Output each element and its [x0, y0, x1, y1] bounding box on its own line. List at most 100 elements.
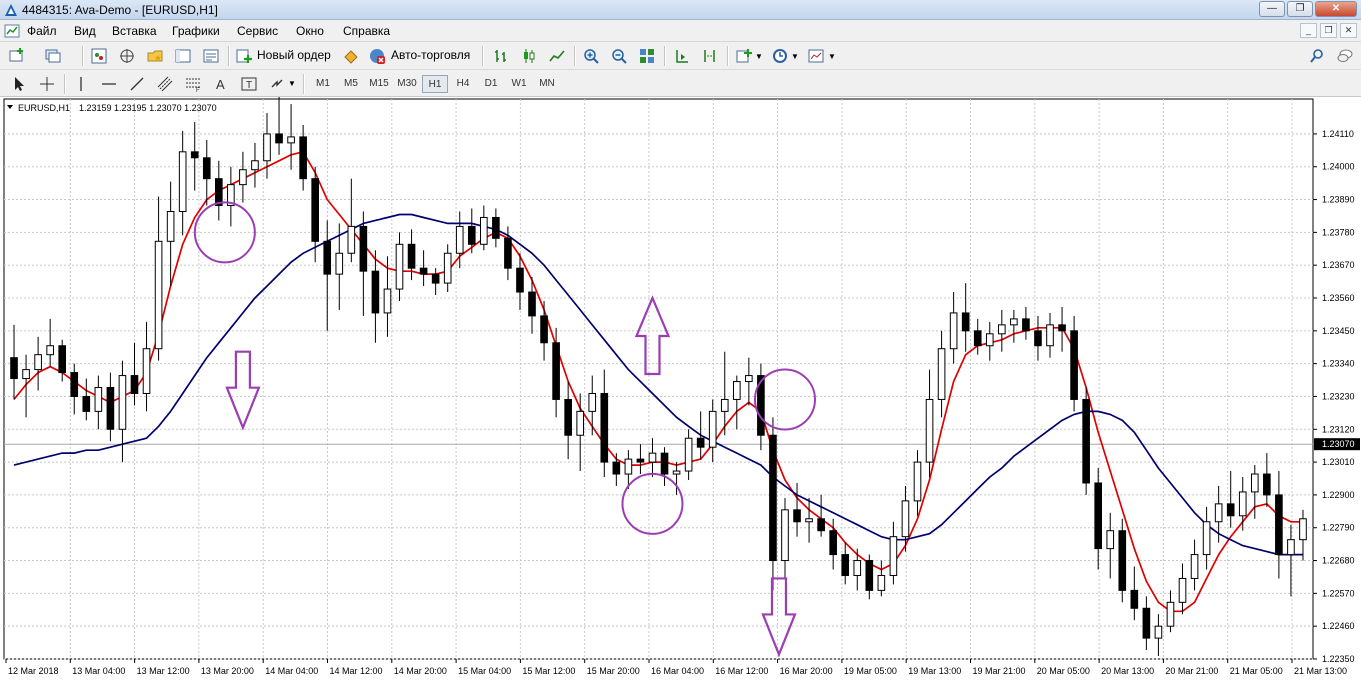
auto-trading-button[interactable]: Авто-торговля	[391, 48, 470, 62]
bull-candle-body	[732, 381, 741, 400]
chart-window[interactable]: 1.24110 1.24000 1.23890 1.23780 1.23670 1.235…	[0, 92, 1361, 681]
bull-candle-body	[1178, 577, 1187, 603]
y-tick-label: 1.23890	[1322, 195, 1355, 205]
bull-candle-body	[1190, 554, 1199, 579]
bear-candle-body	[190, 151, 199, 159]
search-icon[interactable]	[1308, 47, 1326, 65]
timeframe-m15[interactable]: M15	[366, 75, 392, 93]
timeframe-w1[interactable]: W1	[506, 75, 532, 93]
bull-candle-body	[877, 574, 886, 591]
trendline-icon[interactable]	[128, 75, 146, 93]
zoom-in-icon[interactable]	[582, 47, 600, 65]
ohlc-label: 1.23159 1.23195 1.23070 1.23070	[79, 103, 217, 113]
candlestick-chart-icon[interactable]	[520, 47, 538, 65]
auto-trading-icon[interactable]	[368, 47, 386, 65]
data-window-icon[interactable]	[118, 47, 136, 65]
chart-shift-icon[interactable]	[701, 47, 719, 65]
tile-windows-icon[interactable]	[638, 47, 656, 65]
price-chart[interactable]: 1.24110 1.24000 1.23890 1.23780 1.23670 1.235…	[0, 92, 1361, 681]
line-chart-icon[interactable]	[548, 47, 566, 65]
chart-minimize-button[interactable]: _	[1300, 23, 1317, 38]
chart-window-icon[interactable]	[4, 23, 20, 39]
menu-window[interactable]: Окно	[296, 24, 324, 38]
equidistant-channel-icon[interactable]	[156, 75, 174, 93]
cursor-icon[interactable]	[10, 75, 28, 93]
x-tick-label: 21 Mar 13:00	[1294, 666, 1347, 676]
bear-candle-body	[1022, 318, 1030, 332]
bull-candle-body	[443, 252, 452, 284]
periods-icon[interactable]	[771, 47, 789, 65]
chart-restore-button[interactable]: ❐	[1320, 23, 1337, 38]
horizontal-line-icon[interactable]	[100, 75, 118, 93]
templates-icon[interactable]	[807, 47, 825, 65]
bar-chart-icon[interactable]	[492, 47, 510, 65]
text-label-icon[interactable]: T	[240, 75, 258, 93]
current-price-label: 1.23070	[1322, 439, 1355, 449]
new-order-button[interactable]: Новый ордер	[257, 48, 331, 62]
market-watch-icon[interactable]	[90, 47, 108, 65]
new-order-icon[interactable]	[235, 47, 253, 65]
indicators-icon[interactable]	[735, 47, 753, 65]
bear-candle-body	[865, 560, 874, 591]
timeframe-m30[interactable]: M30	[394, 75, 420, 93]
terminal-icon[interactable]	[174, 47, 192, 65]
arrows-icon[interactable]	[268, 75, 286, 93]
arrows-dropdown-icon[interactable]: ▼	[288, 79, 296, 88]
bear-candle-body	[564, 398, 572, 436]
zoom-out-icon[interactable]	[610, 47, 628, 65]
bull-candle-body	[998, 324, 1006, 335]
bear-candle-body	[829, 530, 837, 556]
bull-candle-body	[1154, 625, 1163, 639]
x-tick-label: 19 Mar 13:00	[908, 666, 961, 676]
crosshair-icon[interactable]	[38, 75, 56, 93]
menu-view[interactable]: Вид	[74, 24, 96, 38]
close-button[interactable]: ✕	[1315, 1, 1357, 17]
metaeditor-icon[interactable]	[342, 47, 360, 65]
text-icon[interactable]: A	[212, 75, 230, 93]
indicators-dropdown-icon[interactable]: ▼	[755, 52, 763, 61]
svg-text:T: T	[246, 80, 252, 91]
menu-file[interactable]: Файл	[27, 24, 57, 38]
vertical-line-icon[interactable]	[72, 75, 90, 93]
bear-candle-body	[1082, 398, 1090, 484]
bear-candle-body	[311, 178, 319, 242]
timeframe-h1[interactable]: H1	[422, 75, 448, 93]
timeframe-m1[interactable]: M1	[310, 75, 336, 93]
new-chart-icon[interactable]	[8, 47, 26, 65]
bear-candle-body	[299, 136, 307, 180]
menu-insert[interactable]: Вставка	[112, 24, 157, 38]
y-tick-label: 1.22350	[1322, 654, 1355, 664]
timeframe-m5[interactable]: M5	[338, 75, 364, 93]
profiles-icon[interactable]	[44, 47, 62, 65]
y-tick-label: 1.23230	[1322, 391, 1355, 401]
bull-candle-body	[383, 288, 392, 314]
bull-candle-body	[1299, 518, 1307, 541]
x-tick-label: 20 Mar 21:00	[1165, 666, 1218, 676]
menu-tools[interactable]: Сервис	[237, 24, 278, 38]
fibonacci-icon[interactable]: F	[184, 75, 202, 93]
bull-candle-body	[781, 509, 789, 562]
chat-icon[interactable]	[1336, 47, 1354, 65]
timeframe-mn[interactable]: MN	[534, 75, 560, 93]
chart-grid	[3, 98, 1314, 660]
restore-button[interactable]: ❐	[1287, 1, 1313, 17]
timeframe-d1[interactable]: D1	[478, 75, 504, 93]
window-titlebar: 4484315: Ava-Demo - [EURUSD,H1] — ❐ ✕	[0, 0, 1361, 20]
menu-charts[interactable]: Графики	[172, 24, 220, 38]
chart-close-button[interactable]: ✕	[1340, 23, 1357, 38]
x-tick-label: 13 Mar 12:00	[137, 666, 190, 676]
bear-candle-body	[600, 392, 609, 463]
templates-dropdown-icon[interactable]: ▼	[828, 52, 836, 61]
bear-candle-body	[58, 345, 67, 374]
navigator-icon[interactable]	[146, 47, 164, 65]
auto-scroll-icon[interactable]	[673, 47, 691, 65]
strategy-tester-icon[interactable]	[202, 47, 220, 65]
periods-dropdown-icon[interactable]: ▼	[791, 52, 799, 61]
bear-candle-body	[431, 273, 440, 284]
bull-candle-body	[805, 518, 813, 523]
bull-candle-body	[985, 333, 994, 347]
bear-candle-body	[1034, 330, 1042, 347]
timeframe-h4[interactable]: H4	[450, 75, 476, 93]
minimize-button[interactable]: —	[1259, 1, 1285, 17]
menu-help[interactable]: Справка	[343, 24, 390, 38]
